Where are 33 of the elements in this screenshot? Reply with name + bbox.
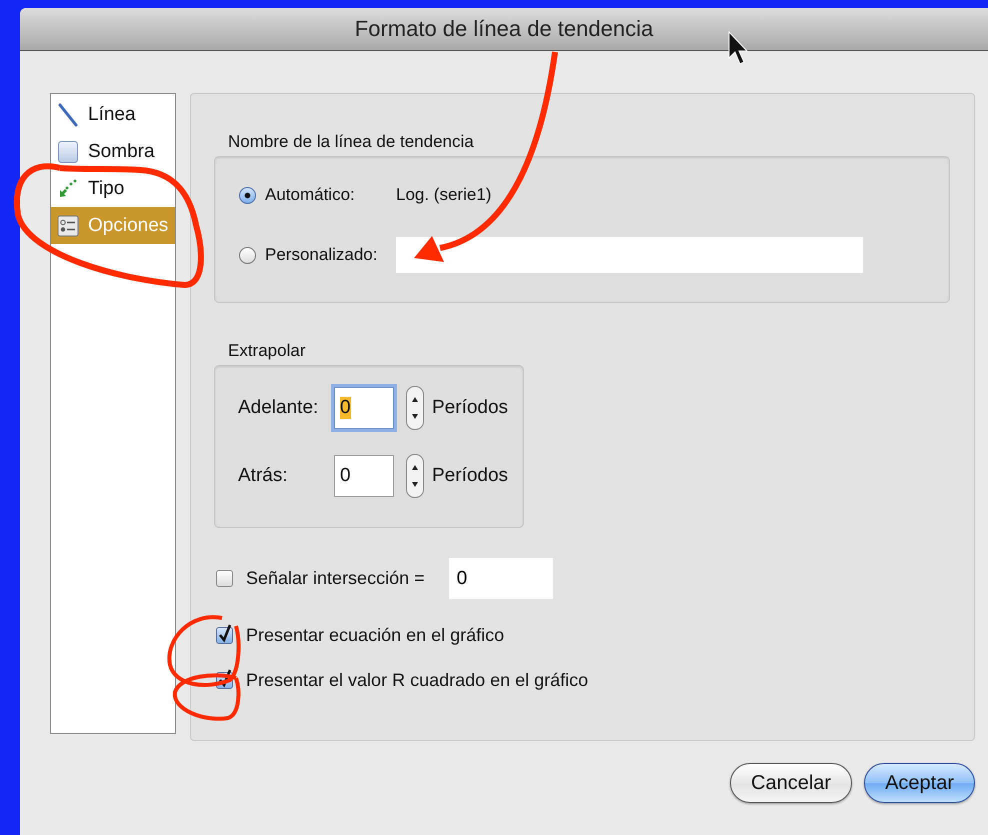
window-title: Formato de línea de tendencia	[354, 16, 654, 42]
stepper-control[interactable]	[406, 386, 424, 430]
number-field[interactable]: 0	[334, 387, 394, 429]
trendline-name: Log. (serie1)	[396, 185, 492, 205]
checkbox-label: Presentar ecuación en el gráfico	[246, 625, 504, 646]
group-title: Nombre de la línea de tendencia	[228, 131, 474, 153]
cancel-button[interactable]: Cancelar	[730, 763, 852, 803]
checkbox[interactable]	[216, 570, 233, 587]
group-title: Extrapolar	[228, 340, 306, 362]
unit-label: Períodos	[432, 397, 508, 419]
stepper-control[interactable]	[406, 454, 424, 498]
radio-button[interactable]	[239, 186, 256, 204]
sidebar-item[interactable]: Línea	[51, 96, 175, 133]
field-label: Adelante:	[238, 397, 320, 419]
square-icon	[57, 140, 79, 164]
accept-button[interactable]: Aceptar	[864, 763, 975, 803]
unit-label: Períodos	[432, 465, 508, 487]
radio-label: Automático:	[265, 185, 356, 205]
radio-button[interactable]	[239, 246, 256, 264]
line-icon	[57, 102, 79, 128]
checkbox-label: Señalar intersección =	[246, 568, 425, 589]
field-label: Atrás:	[238, 465, 289, 487]
input-field[interactable]: 0	[448, 558, 553, 599]
input-field[interactable]	[396, 237, 863, 273]
number-field[interactable]: 0	[334, 455, 394, 497]
sidebar-item[interactable]: Tipo	[51, 170, 175, 207]
list-icon	[57, 214, 79, 236]
radio-label: Personalizado:	[265, 245, 378, 265]
sidebar-item[interactable]: Sombra	[51, 133, 175, 170]
cursor-icon	[728, 30, 748, 65]
dotted-arrow-icon	[57, 178, 79, 200]
checkbox[interactable]	[216, 627, 233, 644]
checkbox-label: Presentar el valor R cuadrado en el gráfico	[246, 670, 588, 691]
